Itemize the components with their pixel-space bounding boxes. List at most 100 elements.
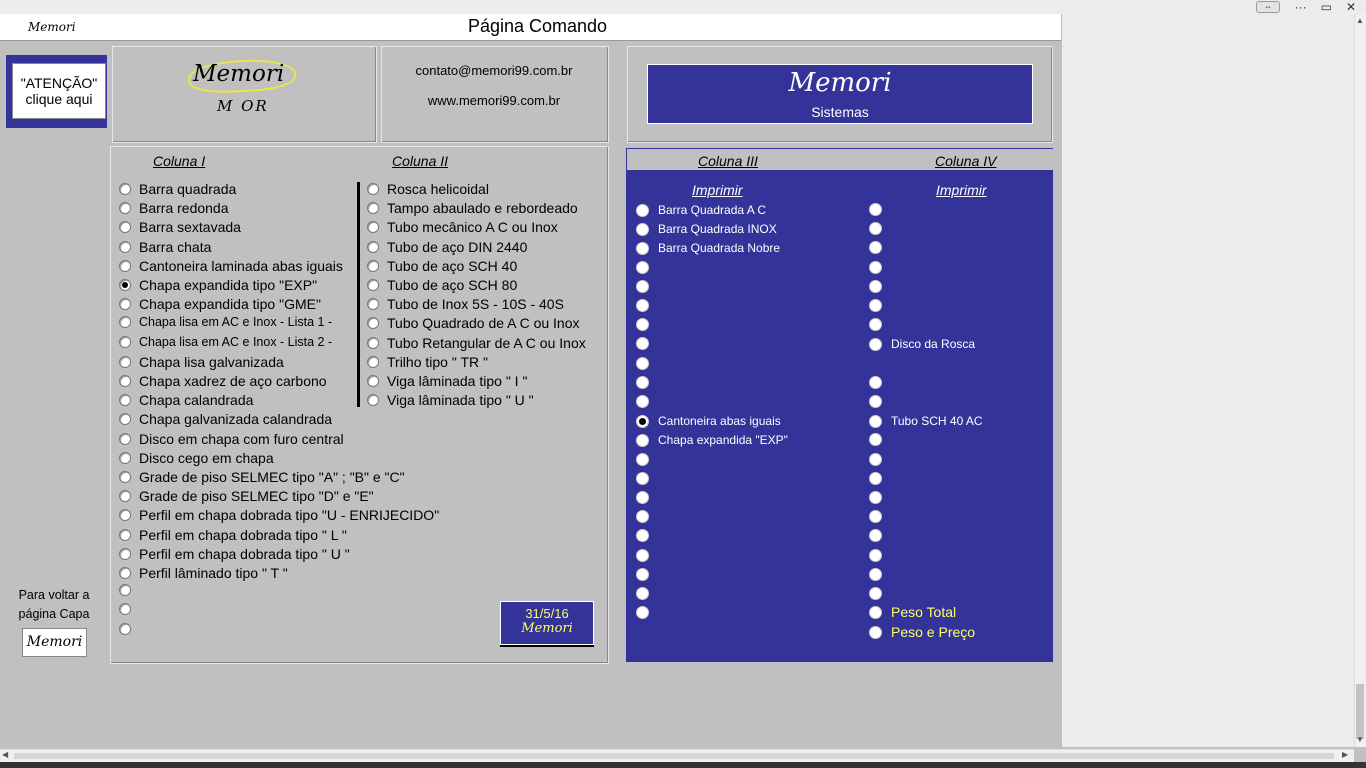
radio-button[interactable] bbox=[367, 240, 379, 253]
radio-button[interactable] bbox=[119, 547, 131, 560]
list-item[interactable]: Chapa lisa galvanizada bbox=[119, 354, 284, 370]
list-item[interactable] bbox=[869, 279, 891, 293]
radio-button[interactable] bbox=[869, 241, 882, 255]
radio-button[interactable] bbox=[636, 337, 649, 351]
list-item[interactable]: Disco da Rosca bbox=[869, 337, 975, 351]
list-item[interactable] bbox=[636, 375, 658, 389]
list-item[interactable]: Tubo de aço DIN 2440 bbox=[367, 239, 527, 255]
list-item[interactable]: Chapa xadrez de aço carbono bbox=[119, 373, 327, 389]
list-item[interactable] bbox=[869, 471, 891, 485]
list-item[interactable]: Tubo Retangular de A C ou Inox bbox=[367, 335, 586, 351]
radio-button[interactable] bbox=[869, 587, 882, 600]
list-item[interactable]: Barra quadrada bbox=[119, 181, 236, 197]
scroll-right-icon[interactable]: ▶ bbox=[1342, 750, 1348, 759]
radio-button[interactable] bbox=[119, 622, 131, 635]
radio-button[interactable] bbox=[119, 490, 131, 503]
radio-button[interactable] bbox=[367, 375, 379, 387]
list-item[interactable] bbox=[869, 260, 891, 274]
radio-button[interactable] bbox=[636, 395, 649, 408]
list-item[interactable]: Barra Quadrada A C bbox=[636, 203, 766, 217]
radio-button[interactable] bbox=[119, 471, 131, 483]
list-item[interactable]: Tubo mecânico A C ou Inox bbox=[367, 219, 558, 235]
radio-button[interactable] bbox=[367, 317, 379, 330]
list-item[interactable]: Chapa calandrada bbox=[119, 392, 253, 408]
list-item[interactable]: Trilho tipo " TR " bbox=[367, 354, 488, 370]
radio-button[interactable] bbox=[636, 356, 649, 370]
radio-button[interactable] bbox=[869, 491, 882, 504]
radio-button[interactable] bbox=[869, 395, 882, 408]
list-item[interactable]: Tubo de Inox 5S - 10S - 40S bbox=[367, 296, 564, 312]
list-item[interactable]: Chapa galvanizada calandrada bbox=[119, 411, 332, 427]
radio-button[interactable] bbox=[636, 375, 649, 389]
radio-button[interactable] bbox=[119, 335, 131, 348]
radio-button[interactable] bbox=[367, 279, 379, 291]
radio-button[interactable] bbox=[636, 222, 649, 236]
list-item[interactable]: Barra Quadrada INOX bbox=[636, 222, 777, 236]
contact-website[interactable]: www.memori99.com.br bbox=[381, 93, 607, 108]
radio-button[interactable] bbox=[869, 279, 882, 293]
list-item[interactable] bbox=[636, 606, 658, 620]
radio-button[interactable] bbox=[636, 510, 649, 524]
peso-total-option[interactable]: Peso Total bbox=[869, 604, 956, 620]
list-item[interactable] bbox=[636, 529, 658, 543]
radio-button[interactable] bbox=[119, 451, 131, 464]
list-item[interactable]: Barra sextavada bbox=[119, 219, 241, 235]
radio-button[interactable] bbox=[869, 375, 882, 389]
radio-button[interactable] bbox=[869, 529, 882, 543]
radio-button[interactable] bbox=[119, 528, 131, 541]
radio-button[interactable] bbox=[869, 452, 882, 466]
restore-icon[interactable]: ▭ bbox=[1321, 0, 1332, 14]
list-item[interactable] bbox=[869, 203, 891, 216]
list-item[interactable]: Chapa expandida tipo "EXP" bbox=[119, 277, 317, 293]
list-item[interactable]: Chapa expandida tipo "GME" bbox=[119, 296, 321, 312]
radio-button[interactable] bbox=[869, 299, 882, 312]
radio-button[interactable] bbox=[636, 241, 649, 255]
list-item[interactable]: Grade de piso SELMEC tipo "A" ; "B" e "C… bbox=[119, 469, 405, 485]
radio-button[interactable] bbox=[119, 394, 131, 407]
radio-button[interactable] bbox=[869, 337, 882, 351]
radio-button[interactable] bbox=[119, 259, 131, 272]
list-item[interactable] bbox=[119, 603, 139, 616]
radio-button[interactable] bbox=[367, 202, 379, 215]
list-item[interactable]: Viga lâminada tipo " I " bbox=[367, 373, 527, 389]
radio-button[interactable] bbox=[119, 567, 131, 579]
radio-button[interactable] bbox=[119, 183, 131, 195]
imprimir-col4-link[interactable]: Imprimir bbox=[936, 182, 987, 198]
list-item[interactable] bbox=[636, 279, 658, 293]
list-item[interactable] bbox=[636, 356, 658, 370]
radio-button[interactable] bbox=[869, 222, 882, 236]
list-item[interactable]: Chapa expandida "EXP" bbox=[636, 433, 788, 447]
list-item[interactable]: Barra Quadrada Nobre bbox=[636, 241, 780, 255]
list-item[interactable]: Barra redonda bbox=[119, 200, 229, 216]
list-item[interactable] bbox=[869, 510, 891, 524]
horizontal-scroll-thumb[interactable] bbox=[14, 753, 1334, 759]
list-item[interactable]: Cantoneira laminada abas iguais bbox=[119, 258, 343, 274]
radio-button[interactable] bbox=[367, 221, 379, 234]
radio-button[interactable] bbox=[869, 203, 882, 216]
radio-button[interactable] bbox=[869, 548, 882, 562]
peso-preco-radio[interactable] bbox=[869, 625, 882, 639]
radio-button[interactable] bbox=[636, 452, 649, 466]
list-item[interactable]: Disco em chapa com furo central bbox=[119, 431, 344, 447]
list-item[interactable] bbox=[636, 548, 658, 562]
radio-button[interactable] bbox=[119, 279, 131, 291]
close-icon[interactable]: ✕ bbox=[1346, 0, 1356, 14]
radio-button[interactable] bbox=[367, 394, 379, 407]
radio-button[interactable] bbox=[119, 316, 131, 329]
radio-button[interactable] bbox=[636, 548, 649, 562]
list-item[interactable] bbox=[636, 491, 658, 504]
vertical-scrollbar[interactable] bbox=[1354, 14, 1366, 747]
list-item[interactable]: Disco cego em chapa bbox=[119, 450, 274, 466]
list-item[interactable]: Tubo de aço SCH 80 bbox=[367, 277, 517, 293]
radio-button[interactable] bbox=[119, 202, 131, 215]
atencao-button[interactable]: "ATENÇÃO" clique aqui bbox=[12, 63, 106, 119]
peso-preco-option[interactable]: Peso e Preço bbox=[869, 624, 975, 640]
list-item[interactable] bbox=[636, 260, 658, 274]
more-icon[interactable]: ··· bbox=[1295, 0, 1307, 14]
radio-button[interactable] bbox=[869, 318, 882, 332]
list-item[interactable] bbox=[869, 395, 891, 408]
list-item[interactable] bbox=[869, 375, 891, 389]
radio-button[interactable] bbox=[367, 183, 379, 195]
list-item[interactable] bbox=[636, 587, 658, 600]
radio-button[interactable] bbox=[119, 375, 131, 387]
